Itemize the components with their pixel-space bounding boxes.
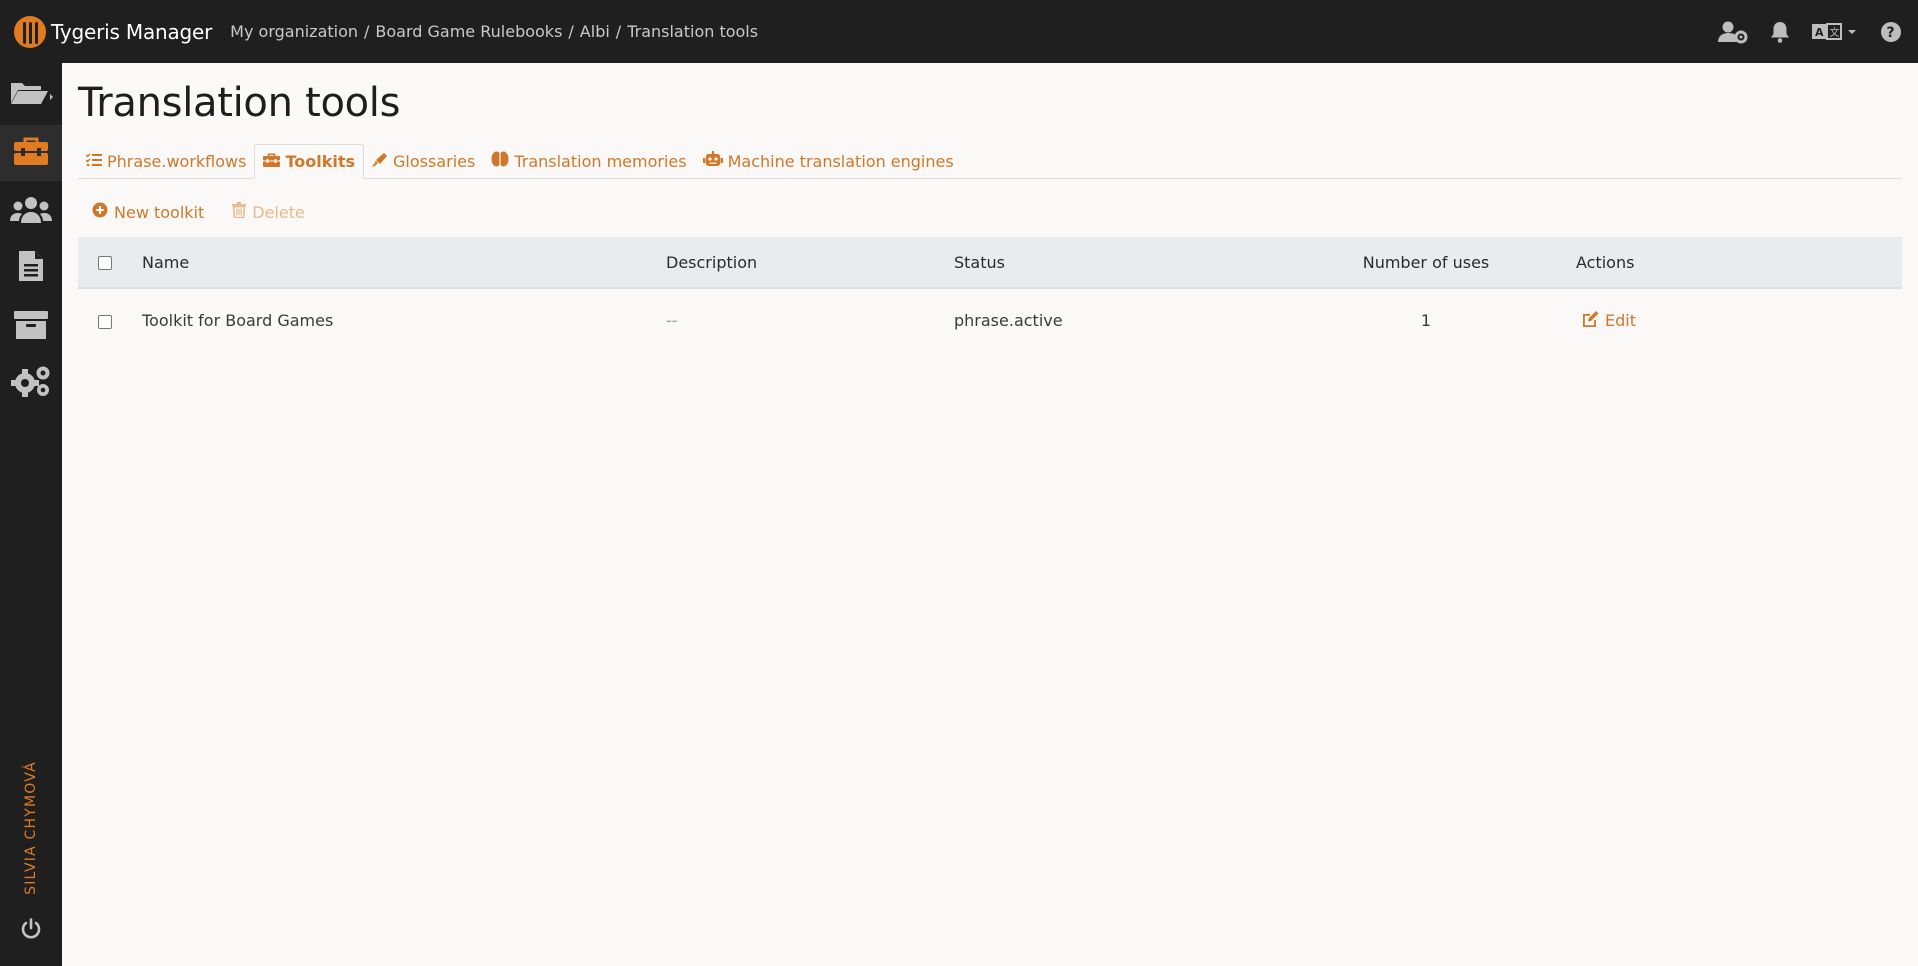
current-user-name: SILVIA CHYMOVÁ (23, 761, 39, 895)
column-header-number-of-uses: Number of uses (1362, 252, 1490, 272)
select-all-cell (78, 237, 142, 288)
help-icon[interactable]: ? (1880, 21, 1902, 43)
tab-bar: Phrase.workflows Toolkits Glossaries Tra… (78, 144, 1902, 179)
row-select-cell (78, 288, 142, 352)
logout-button[interactable] (0, 916, 62, 946)
tab-phrase-workflows[interactable]: Phrase.workflows (78, 144, 254, 178)
delete-button[interactable]: Delete (232, 202, 305, 222)
row-checkbox[interactable] (98, 314, 112, 329)
file-text-icon (18, 250, 44, 286)
brain-icon (491, 151, 509, 171)
brand[interactable]: Tygeris Manager (14, 15, 213, 48)
sidebar: SILVIA CHYMOVÁ (0, 63, 62, 966)
tab-glossaries[interactable]: Glossaries (364, 144, 483, 178)
robot-icon (702, 151, 723, 171)
sidebar-item-users[interactable] (0, 183, 62, 239)
svg-text:文: 文 (1830, 26, 1840, 39)
row-description: -- (666, 311, 678, 330)
users-icon (10, 195, 52, 227)
tab-label: Translation memories (514, 151, 687, 171)
user-cog-icon[interactable] (1718, 20, 1748, 44)
column-header-name: Name (142, 252, 190, 272)
tab-label: Phrase.workflows (107, 151, 247, 171)
toolbar: New toolkit Delete (78, 193, 1902, 231)
select-all-checkbox[interactable] (98, 256, 112, 270)
power-icon (20, 918, 42, 944)
breadcrumb-separator: / (568, 22, 574, 41)
new-toolkit-label: New toolkit (114, 202, 205, 222)
delete-label: Delete (252, 202, 305, 222)
column-header-status: Status (954, 252, 1005, 272)
toolbox-icon (13, 136, 49, 170)
sidebar-item-archive[interactable] (0, 299, 62, 355)
row-actions: Edit (1558, 288, 1902, 352)
breadcrumb-separator: / (364, 22, 370, 41)
tab-label: Machine translation engines (727, 151, 954, 171)
edit-button[interactable]: Edit (1582, 310, 1636, 331)
sidebar-item-settings[interactable] (0, 355, 62, 411)
tab-toolkits[interactable]: Toolkits (254, 144, 365, 179)
sidebar-item-documents[interactable] (0, 240, 62, 296)
svg-text:?: ? (1887, 25, 1895, 41)
tab-label: Glossaries (393, 151, 476, 171)
table-row: Toolkit for Board Games -- phrase.active… (78, 288, 1902, 352)
highlighter-icon (372, 152, 388, 171)
plus-circle-icon (92, 202, 108, 222)
page-title: Translation tools (78, 80, 401, 126)
top-bar: Tygeris Manager My organization / Board … (0, 0, 1918, 63)
folder-open-icon (9, 79, 53, 111)
edit-icon (1582, 310, 1599, 331)
table-header-row: Name Description Status Number of uses A… (78, 237, 1902, 288)
row-name: Toolkit for Board Games (142, 311, 334, 330)
gears-icon (10, 364, 52, 402)
row-status: phrase.active (954, 311, 1063, 330)
edit-label: Edit (1605, 311, 1636, 330)
app-name: Tygeris Manager (51, 19, 213, 44)
tab-machine-translation-engines[interactable]: Machine translation engines (695, 144, 962, 178)
toolbox-icon (263, 152, 281, 171)
column-header-description: Description (666, 252, 758, 272)
breadcrumb: My organization / Board Game Rulebooks /… (230, 22, 758, 41)
new-toolkit-button[interactable]: New toolkit (92, 202, 204, 222)
sidebar-item-translation-tools[interactable] (0, 125, 62, 181)
breadcrumb-separator: / (615, 22, 622, 41)
breadcrumb-item-document[interactable]: Albi (580, 22, 610, 41)
list-check-icon (85, 152, 102, 171)
language-icon[interactable]: A文 (1812, 22, 1858, 42)
column-header-actions: Actions (1576, 252, 1635, 272)
top-actions: A文 ? (1718, 0, 1902, 63)
tab-label: Toolkits (285, 152, 356, 171)
main-content: Translation tools Phrase.workflows Toolk… (78, 63, 1902, 352)
archive-icon (14, 310, 48, 344)
breadcrumb-item-organization[interactable]: My organization (230, 22, 358, 41)
trash-icon (232, 202, 247, 222)
toolkits-table: Name Description Status Number of uses A… (78, 237, 1902, 352)
sidebar-item-projects[interactable] (0, 67, 62, 123)
breadcrumb-item-current: Translation tools (627, 22, 759, 41)
svg-text:A: A (1815, 26, 1824, 39)
tab-translation-memories[interactable]: Translation memories (483, 144, 694, 178)
bell-icon[interactable] (1770, 21, 1790, 43)
current-user[interactable]: SILVIA CHYMOVÁ (0, 748, 62, 908)
breadcrumb-item-project[interactable]: Board Game Rulebooks (375, 22, 562, 41)
row-number-of-uses: 1 (1420, 311, 1432, 330)
tygeris-logo-icon (14, 15, 46, 48)
